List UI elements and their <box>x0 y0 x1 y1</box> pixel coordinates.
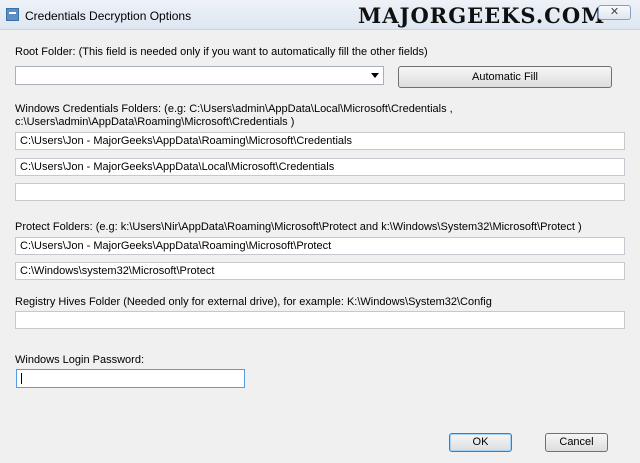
registry-hives-field[interactable] <box>15 311 625 329</box>
close-button[interactable]: ✕ <box>598 5 631 20</box>
protect-folder-field-1[interactable]: C:\Users\Jon - MajorGeeks\AppData\Roamin… <box>15 237 625 255</box>
credentials-folder-field-1[interactable]: C:\Users\Jon - MajorGeeks\AppData\Roamin… <box>15 132 625 150</box>
credentials-folders-label-line2: c:\Users\admin\AppData\Roaming\Microsoft… <box>15 116 295 128</box>
chevron-down-icon[interactable] <box>371 73 379 78</box>
title-bar: Credentials Decryption Options MAJORGEEK… <box>0 0 640 30</box>
ok-button[interactable]: OK <box>449 433 512 452</box>
watermark: MAJORGEEKS.COM <box>358 3 606 28</box>
root-folder-combo[interactable] <box>15 66 384 85</box>
login-password-label: Windows Login Password: <box>15 354 145 366</box>
cancel-button[interactable]: Cancel <box>545 433 608 452</box>
root-folder-label: Root Folder: (This field is needed only … <box>15 46 428 58</box>
protect-folder-field-2[interactable]: C:\Windows\system32\Microsoft\Protect <box>15 262 625 280</box>
text-caret <box>21 373 22 384</box>
window-title: Credentials Decryption Options <box>25 9 192 23</box>
login-password-input[interactable] <box>16 369 245 388</box>
app-icon <box>6 8 19 21</box>
credentials-folders-label-line1: Windows Credentials Folders: (e.g: C:\Us… <box>15 103 453 115</box>
registry-hives-label: Registry Hives Folder (Needed only for e… <box>15 296 492 308</box>
close-icon: ✕ <box>609 6 620 18</box>
protect-folders-label: Protect Folders: (e.g: k:\Users\Nir\AppD… <box>15 221 582 233</box>
credentials-folder-field-3[interactable] <box>15 183 625 201</box>
credentials-dialog: Credentials Decryption Options MAJORGEEK… <box>0 0 640 463</box>
credentials-folder-field-2[interactable]: C:\Users\Jon - MajorGeeks\AppData\Local\… <box>15 158 625 176</box>
automatic-fill-button[interactable]: Automatic Fill <box>398 66 612 88</box>
